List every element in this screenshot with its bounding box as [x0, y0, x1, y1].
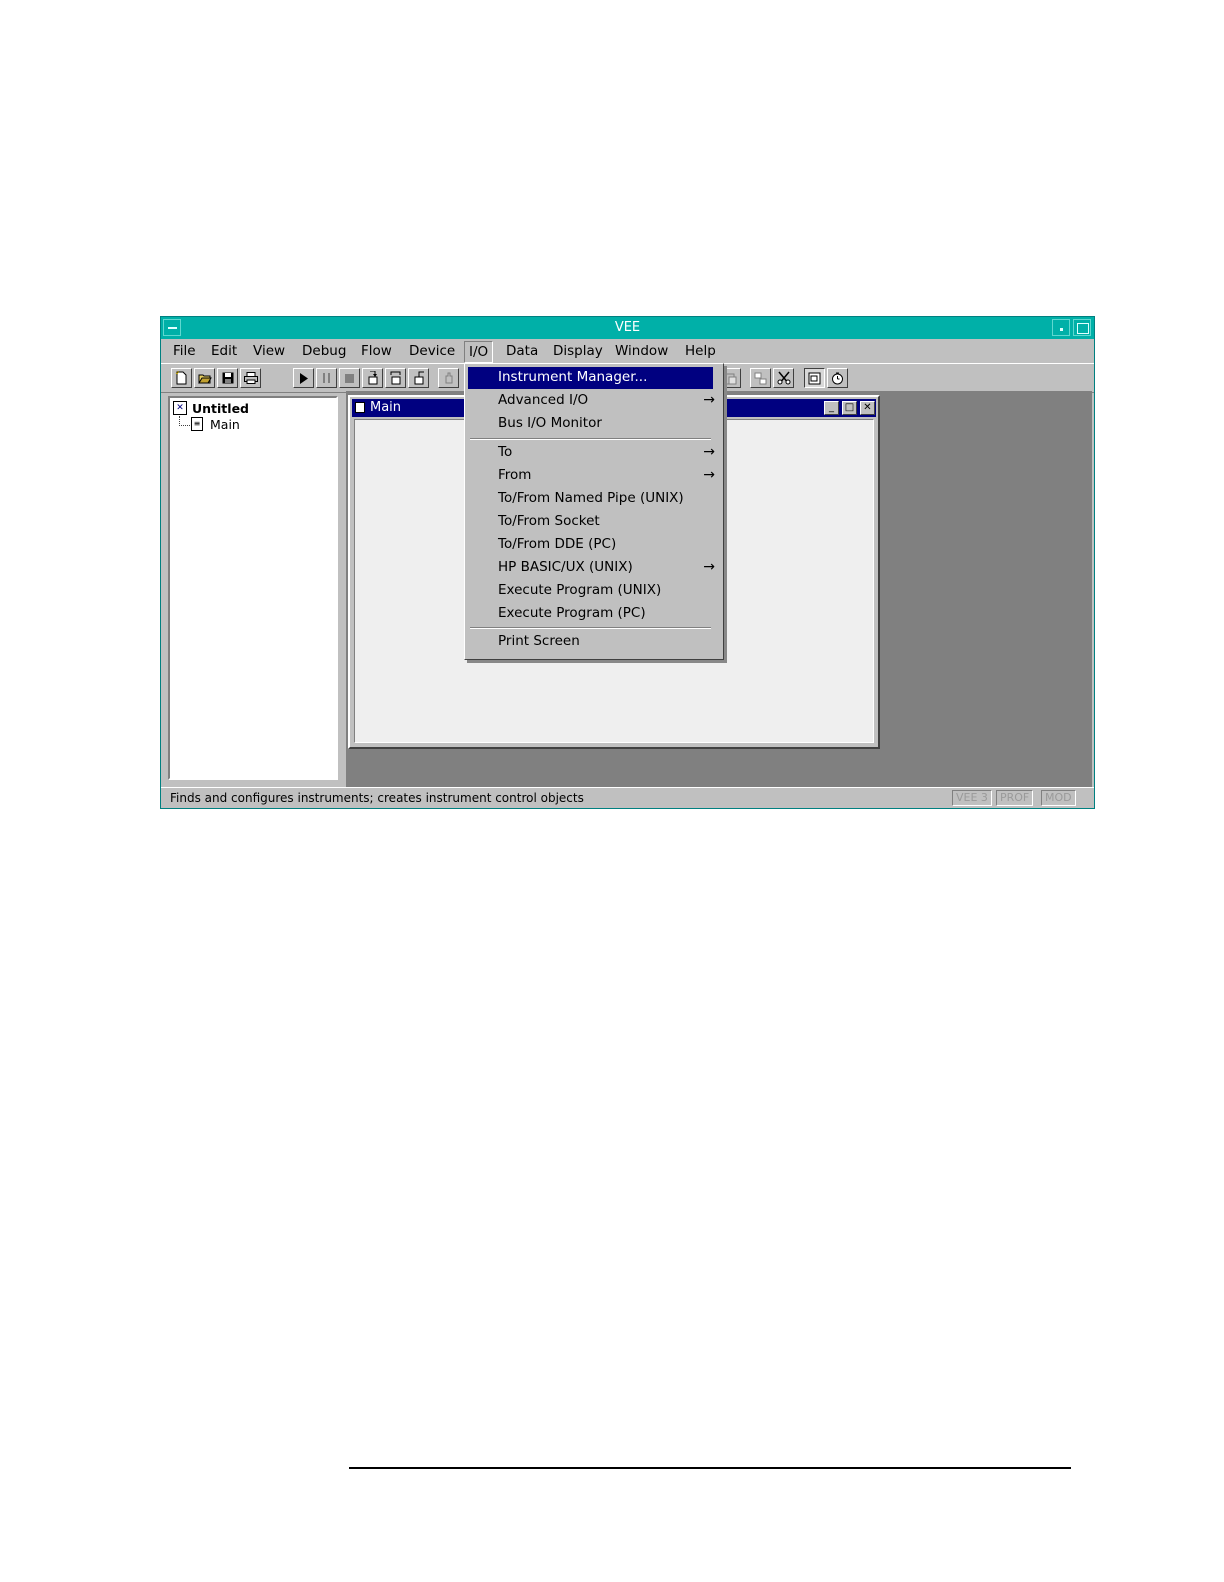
stop-icon[interactable]	[339, 368, 360, 388]
pause-icon[interactable]	[316, 368, 337, 388]
menu-item-bus-io-monitor[interactable]: Bus I/O Monitor	[468, 413, 713, 435]
print-icon[interactable]	[240, 368, 261, 388]
menu-bar: File Edit View Debug Flow Device I/O Dat…	[161, 339, 1094, 363]
minimize-icon[interactable]: _	[824, 401, 839, 415]
menu-item-label: Execute Program (UNIX)	[498, 582, 662, 598]
menu-item-label: Bus I/O Monitor	[498, 415, 602, 431]
menu-debug[interactable]: Debug	[302, 343, 346, 359]
menu-view[interactable]: View	[253, 343, 285, 359]
menu-item-socket[interactable]: To/From Socket	[468, 511, 713, 533]
maximize-button[interactable]	[1073, 319, 1091, 336]
tree-item-untitled[interactable]: Untitled	[192, 401, 249, 416]
menu-edit[interactable]: Edit	[211, 343, 237, 359]
menu-item-label: Advanced I/O	[498, 392, 589, 408]
status-indicator-vee: VEE 3	[952, 790, 992, 806]
menu-io[interactable]: I/O	[464, 341, 494, 363]
menu-separator	[470, 438, 711, 440]
main-window-title: Main	[370, 400, 402, 415]
program-icon: ✕	[173, 401, 187, 415]
menu-help[interactable]: Help	[685, 343, 716, 359]
menu-item-hp-basic[interactable]: HP BASIC/UX (UNIX) →	[468, 557, 715, 579]
menu-device[interactable]: Device	[409, 343, 455, 359]
menu-item-dde[interactable]: To/From DDE (PC)	[468, 534, 713, 556]
menu-flow[interactable]: Flow	[361, 343, 392, 359]
submenu-arrow-icon: →	[703, 392, 715, 408]
program-explorer[interactable]: ✕ Untitled ≡ Main	[168, 396, 338, 780]
menu-item-execute-pc[interactable]: Execute Program (PC)	[468, 603, 713, 625]
page-icon: ≡	[191, 417, 203, 431]
toggle-detail-icon[interactable]	[750, 368, 771, 388]
menu-window[interactable]: Window	[615, 343, 668, 359]
menu-item-label: To	[498, 444, 513, 460]
submenu-arrow-icon: →	[703, 444, 715, 460]
panel-view-icon[interactable]	[804, 368, 825, 388]
menu-item-label: Instrument Manager...	[498, 369, 648, 385]
menu-item-label: Print Screen	[498, 633, 580, 649]
probe-icon[interactable]	[438, 368, 459, 388]
status-bar: Finds and configures instruments; create…	[161, 787, 1094, 808]
timer-icon[interactable]	[827, 368, 848, 388]
cut-icon[interactable]	[773, 368, 794, 388]
menu-item-label: From	[498, 467, 532, 483]
title-bar[interactable]: VEE	[161, 317, 1094, 340]
menu-data[interactable]: Data	[506, 343, 538, 359]
close-icon[interactable]: ✕	[860, 401, 875, 415]
menu-item-label: HP BASIC/UX (UNIX)	[498, 559, 633, 575]
menu-item-named-pipe[interactable]: To/From Named Pipe (UNIX)	[468, 488, 713, 510]
step-over-icon[interactable]	[385, 368, 406, 388]
maximize-icon[interactable]: □	[842, 401, 857, 415]
window-title: VEE	[614, 320, 641, 335]
submenu-arrow-icon: →	[703, 467, 715, 483]
menu-file[interactable]: File	[173, 343, 196, 359]
tree-item-main[interactable]: Main	[210, 417, 240, 432]
tree-connector	[179, 416, 190, 426]
io-dropdown-menu: Instrument Manager... Advanced I/O → Bus…	[464, 363, 724, 660]
menu-item-label: To/From Socket	[498, 513, 600, 529]
status-message: Finds and configures instruments; create…	[170, 791, 584, 805]
page-rule	[349, 1467, 1071, 1469]
step-out-icon[interactable]	[408, 368, 429, 388]
menu-separator	[470, 627, 711, 629]
menu-item-label: To/From DDE (PC)	[498, 536, 617, 552]
submenu-arrow-icon: →	[703, 559, 715, 575]
menu-item-advanced-io[interactable]: Advanced I/O →	[468, 390, 715, 412]
new-icon[interactable]	[171, 368, 192, 388]
menu-item-print-screen[interactable]: Print Screen	[468, 631, 713, 653]
menu-item-to[interactable]: To →	[468, 442, 715, 464]
open-icon[interactable]	[194, 368, 215, 388]
run-icon[interactable]	[293, 368, 314, 388]
status-indicator-mod: MOD	[1041, 790, 1076, 806]
step-into-icon[interactable]	[362, 368, 383, 388]
menu-display[interactable]: Display	[553, 343, 603, 359]
menu-item-instrument-manager[interactable]: Instrument Manager...	[468, 367, 713, 389]
minimize-button[interactable]	[1052, 319, 1070, 336]
menu-item-label: To/From Named Pipe (UNIX)	[498, 490, 684, 506]
page-icon	[355, 402, 365, 413]
save-icon[interactable]	[217, 368, 238, 388]
menu-item-execute-unix[interactable]: Execute Program (UNIX)	[468, 580, 713, 602]
menu-item-from[interactable]: From →	[468, 465, 715, 487]
menu-item-label: Execute Program (PC)	[498, 605, 646, 621]
status-indicator-prof: PROF	[996, 790, 1034, 806]
